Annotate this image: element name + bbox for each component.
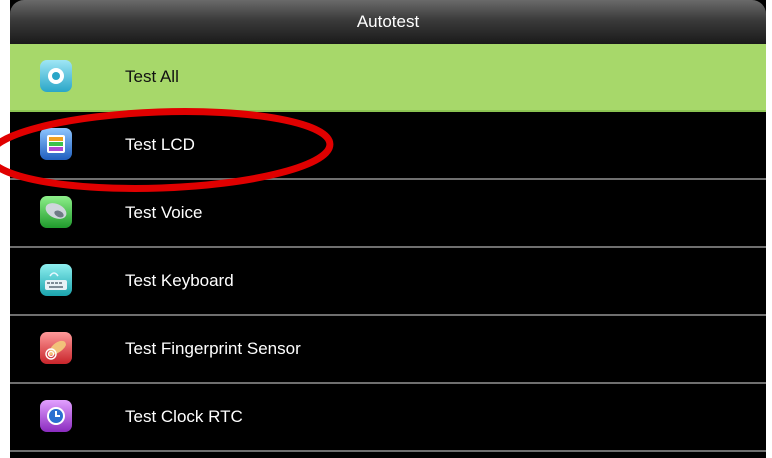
autotest-menu: Test All Test LCD Test Voice Test Keyboa… [10,44,766,452]
menu-item-test-lcd[interactable]: Test LCD [10,112,766,180]
menu-item-label: Test Fingerprint Sensor [125,339,301,358]
menu-item-label: Test Clock RTC [125,407,243,426]
menu-item-test-fingerprint-sensor[interactable]: Test Fingerprint Sensor [10,316,766,384]
title-bar: Autotest [10,0,766,44]
clock-icon [40,400,72,432]
test-all-icon [40,60,72,92]
speaker-icon [40,196,72,228]
fingerprint-icon [40,332,72,364]
menu-item-label: Test Voice [125,203,203,222]
menu-item-test-all[interactable]: Test All [10,44,766,112]
lcd-icon [40,128,72,160]
menu-item-label: Test All [125,67,179,86]
menu-item-test-clock-rtc[interactable]: Test Clock RTC [10,384,766,452]
device-screen: Autotest Test All Test LCD Test Voice Te… [10,0,766,458]
menu-item-test-keyboard[interactable]: Test Keyboard [10,248,766,316]
page-title: Autotest [356,12,420,31]
menu-item-test-voice[interactable]: Test Voice [10,180,766,248]
menu-item-label: Test Keyboard [125,271,234,290]
keyboard-icon [40,264,72,296]
menu-item-label: Test LCD [125,135,195,154]
